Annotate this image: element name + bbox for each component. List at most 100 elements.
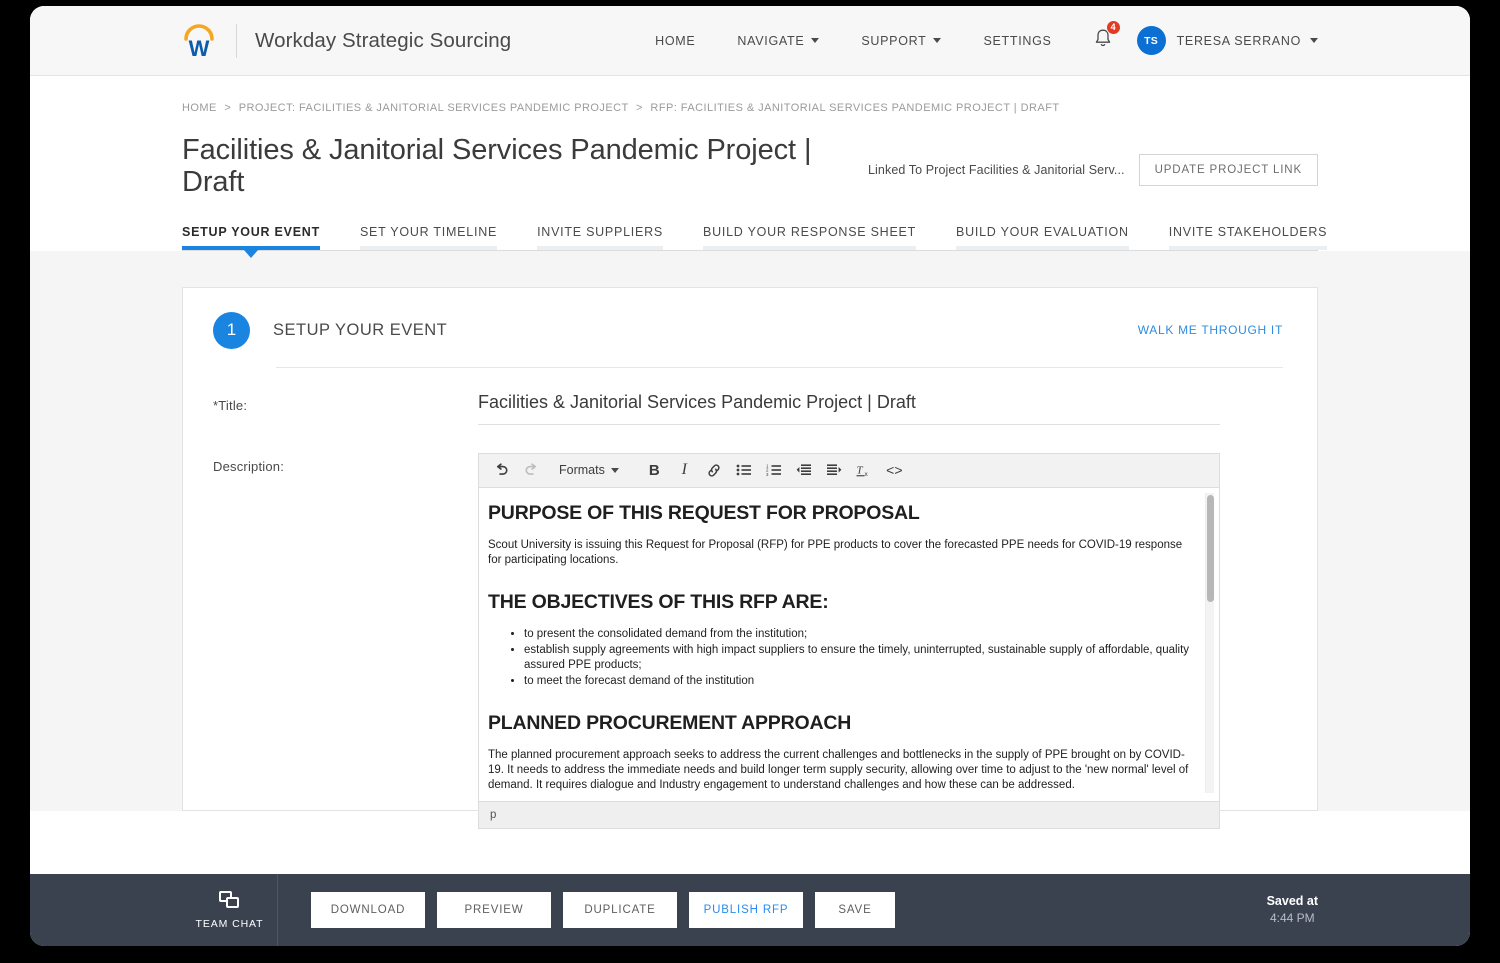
duplicate-button[interactable]: DUPLICATE [563, 892, 677, 928]
top-navigation-bar: W Workday Strategic Sourcing HOME NAVIGA… [30, 6, 1470, 76]
tab-build-your-evaluation[interactable]: BUILD YOUR EVALUATION [956, 225, 1129, 250]
tab-indicator [537, 245, 663, 250]
page-header: HOME > PROJECT: FACILITIES & JANITORIAL … [30, 76, 1470, 258]
nav-link-navigate[interactable]: NAVIGATE [716, 34, 840, 48]
nav-link-support-label: SUPPORT [861, 33, 927, 48]
rich-text-editor: Formats B I 1 2 3 T x <> PURPOSE OF THIS… [478, 452, 1220, 829]
tab-bar: SETUP YOUR EVENT SET YOUR TIMELINE INVIT… [182, 224, 1328, 258]
avatar: TS [1136, 26, 1166, 55]
editor-content: PURPOSE OF THIS REQUEST FOR PROPOSAL Sco… [488, 502, 1191, 801]
tab-label: SET YOUR TIMELINE [359, 224, 498, 239]
chevron-down-icon [811, 38, 820, 43]
notification-bell-button[interactable]: 4 [1073, 19, 1129, 54]
indent-icon[interactable] [821, 457, 848, 483]
bold-button[interactable]: B [641, 457, 668, 483]
editor-heading-purpose: PURPOSE OF THIS REQUEST FOR PROPOSAL [488, 501, 920, 524]
editor-status-bar: p [479, 800, 1219, 828]
title-row: Facilities & Janitorial Services Pandemi… [182, 134, 1318, 199]
action-buttons: DOWNLOAD PREVIEW DUPLICATE PUBLISH RFP S… [311, 892, 895, 928]
outdent-icon[interactable] [791, 457, 818, 483]
saved-status: Saved at 4:44 PM [1267, 893, 1318, 927]
card-title: SETUP YOUR EVENT [273, 320, 448, 339]
tab-indicator [703, 245, 917, 250]
tab-label: INVITE SUPPLIERS [537, 224, 663, 239]
title-field-row: *Title: [213, 391, 1283, 425]
publish-rfp-button[interactable]: PUBLISH RFP [689, 892, 803, 928]
setup-event-card: 1 SETUP YOUR EVENT WALK ME THROUGH IT *T… [182, 286, 1318, 829]
walk-me-through-it-link[interactable]: WALK ME THROUGH IT [1138, 323, 1283, 337]
team-chat-label: TEAM CHAT [195, 917, 264, 930]
title-input[interactable] [478, 391, 1220, 425]
svg-text:W: W [189, 36, 210, 59]
app-window: W Workday Strategic Sourcing HOME NAVIGA… [30, 6, 1470, 946]
card-header-divider [276, 366, 1283, 368]
update-project-link-button[interactable]: UPDATE PROJECT LINK [1138, 154, 1318, 186]
tab-label: INVITE STAKEHOLDERS [1168, 224, 1328, 239]
page-title: Facilities & Janitorial Services Pandemi… [182, 134, 812, 199]
tab-build-your-response-sheet[interactable]: BUILD YOUR RESPONSE SHEET [703, 225, 917, 250]
clear-formatting-icon[interactable]: T x [851, 457, 878, 483]
svg-text:T: T [856, 464, 863, 476]
linked-project-label: Linked To Project Facilities & Janitoria… [867, 163, 1125, 177]
user-name-label: TERESA SERRANO [1176, 33, 1301, 48]
list-item: to meet the forecast demand of the insti… [524, 674, 1191, 689]
numbered-list-icon[interactable]: 1 2 3 [761, 457, 788, 483]
nav-link-settings-label: SETTINGS [983, 33, 1052, 48]
saved-label: Saved at [1266, 893, 1318, 908]
team-chat-icon [218, 890, 241, 911]
bottom-action-bar: TEAM CHAT DOWNLOAD PREVIEW DUPLICATE PUB… [30, 874, 1470, 946]
tab-invite-suppliers[interactable]: INVITE SUPPLIERS [537, 225, 663, 250]
tab-label: SETUP YOUR EVENT [182, 224, 320, 239]
editor-scrollbar-thumb[interactable] [1206, 494, 1214, 602]
source-code-icon[interactable]: <> [881, 457, 908, 483]
brand-title: Workday Strategic Sourcing [255, 28, 512, 52]
save-button[interactable]: SAVE [815, 892, 895, 928]
chevron-down-icon [1310, 38, 1318, 43]
svg-text:x: x [864, 471, 868, 478]
breadcrumb-item-project[interactable]: PROJECT: FACILITIES & JANITORIAL SERVICE… [239, 102, 629, 114]
nav-link-navigate-label: NAVIGATE [737, 33, 805, 48]
bullet-list-icon[interactable] [731, 457, 758, 483]
formats-dropdown-label: Formats [559, 463, 605, 478]
editor-paragraph-purpose: Scout University is issuing this Request… [488, 538, 1183, 567]
link-chain-icon[interactable] [701, 457, 728, 483]
nav-link-support[interactable]: SUPPORT [840, 34, 962, 48]
tab-indicator [1168, 245, 1328, 250]
breadcrumb: HOME > PROJECT: FACILITIES & JANITORIAL … [182, 76, 1318, 114]
breadcrumb-separator: > [636, 102, 643, 114]
description-field-label: Description: [213, 458, 285, 474]
redo-arrow-icon[interactable] [518, 457, 545, 483]
team-chat-button[interactable]: TEAM CHAT [182, 874, 278, 946]
svg-text:3: 3 [766, 472, 769, 477]
brand-block[interactable]: W Workday Strategic Sourcing [182, 23, 512, 61]
undo-arrow-icon[interactable] [488, 457, 515, 483]
editor-paragraph-approach: The planned procurement approach seeks t… [488, 748, 1189, 792]
editor-scrollbar[interactable] [1205, 492, 1214, 793]
tab-set-your-timeline[interactable]: SET YOUR TIMELINE [359, 224, 498, 250]
content-area: 1 SETUP YOUR EVENT WALK ME THROUGH IT *T… [30, 250, 1470, 829]
italic-button[interactable]: I [671, 457, 698, 483]
download-button[interactable]: DOWNLOAD [311, 892, 425, 928]
list-item: to present the consolidated demand from … [524, 627, 1191, 642]
notification-count-badge: 4 [1105, 19, 1121, 35]
editor-objectives-list: to present the consolidated demand from … [488, 627, 1191, 690]
editor-body[interactable]: PURPOSE OF THIS REQUEST FOR PROPOSAL Sco… [479, 488, 1219, 801]
title-field-label: *Title: [213, 397, 248, 413]
breadcrumb-item-rfp[interactable]: RFP: FACILITIES & JANITORIAL SERVICES PA… [650, 102, 1059, 114]
nav-links: HOME NAVIGATE SUPPORT SETTINGS 4 TS TERE… [634, 19, 1318, 55]
list-item: establish supply agreements with high im… [524, 643, 1191, 674]
saved-time: 4:44 PM [1269, 911, 1315, 926]
user-menu[interactable]: TS TERESA SERRANO [1129, 26, 1318, 55]
chevron-down-icon [933, 38, 942, 43]
formats-dropdown[interactable]: Formats [552, 457, 626, 483]
nav-link-home[interactable]: HOME [634, 34, 716, 48]
step-number-badge: 1 [213, 311, 250, 349]
linked-project-block: Linked To Project Facilities & Janitoria… [868, 134, 1318, 186]
tab-indicator [182, 245, 320, 258]
nav-link-settings[interactable]: SETTINGS [962, 34, 1072, 48]
tab-setup-your-event[interactable]: SETUP YOUR EVENT [182, 224, 320, 258]
tab-invite-stakeholders[interactable]: INVITE STAKEHOLDERS [1168, 224, 1328, 250]
breadcrumb-item-home[interactable]: HOME [182, 102, 217, 114]
preview-button[interactable]: PREVIEW [437, 892, 551, 928]
nav-link-home-label: HOME [655, 33, 696, 48]
